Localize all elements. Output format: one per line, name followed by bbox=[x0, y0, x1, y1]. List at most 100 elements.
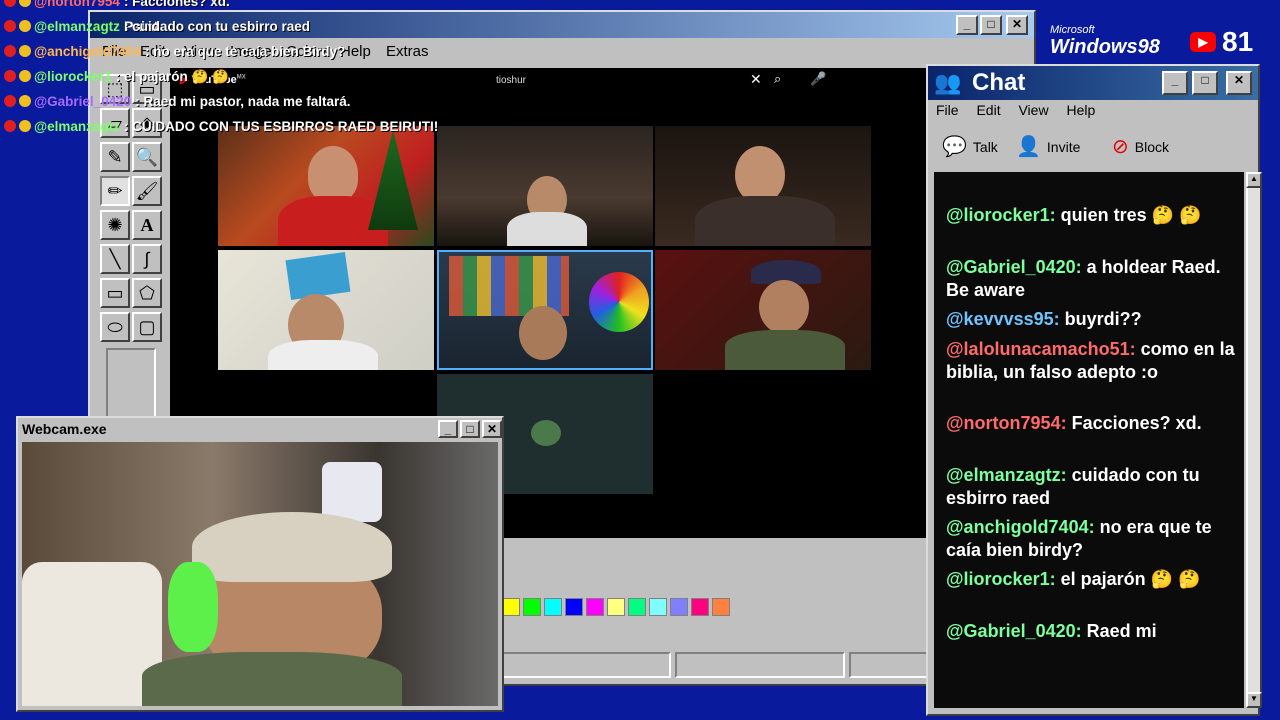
maximize-button[interactable]: □ bbox=[980, 15, 1002, 35]
line-icon[interactable]: ╲ bbox=[100, 244, 130, 274]
ellipse-icon[interactable]: ⬭ bbox=[100, 312, 130, 342]
invite-button[interactable]: 👤 Invite bbox=[1016, 134, 1080, 159]
invite-icon: 👤 bbox=[1016, 136, 1041, 158]
palette-color-swatch[interactable] bbox=[712, 598, 730, 616]
close-button[interactable]: ✕ bbox=[1006, 15, 1028, 35]
person-body bbox=[695, 196, 835, 246]
tool-options[interactable] bbox=[106, 348, 156, 418]
chat-toolbar: 💬 Talk 👤 Invite ⊘ Block bbox=[936, 132, 1250, 168]
palette-color-swatch[interactable] bbox=[502, 598, 520, 616]
chat-log[interactable]: @liorocker1: quien tres 🤔 🤔 @Gabriel_0420… bbox=[934, 172, 1244, 708]
chat-message: @norton7954: Facciones? xd. bbox=[946, 412, 1236, 435]
palette-color-swatch[interactable] bbox=[670, 598, 688, 616]
clear-icon[interactable]: ✕ bbox=[750, 71, 762, 88]
windows98-logo: Microsoft Windows98 bbox=[1050, 24, 1160, 59]
color-palette bbox=[502, 598, 730, 618]
overlay-chat-user: @elmanzagtz bbox=[34, 19, 120, 34]
overlay-chat-line: @anchigold7404: no era que te caía bien … bbox=[4, 44, 345, 68]
chat-message: @kevvvss95: buyrdi?? bbox=[946, 308, 1236, 331]
close-button[interactable]: ✕ bbox=[1226, 71, 1252, 95]
overlay-chat-message: : el pajarón 🤔 🤔 bbox=[115, 69, 229, 84]
webcam-window: Webcam.exe _ □ ✕ bbox=[16, 416, 504, 712]
person-body bbox=[142, 652, 402, 706]
scroll-up-icon[interactable]: ▲ bbox=[1246, 172, 1262, 188]
paper-towel bbox=[322, 462, 382, 522]
chat-message: @Gabriel_0420: a holdear Raed. Be aware bbox=[946, 256, 1236, 301]
video-tile bbox=[437, 126, 653, 246]
webcam-titlebar[interactable]: Webcam.exe _ □ ✕ bbox=[18, 418, 502, 440]
person-head bbox=[759, 280, 809, 334]
rectangle-icon[interactable]: ▭ bbox=[100, 278, 130, 308]
minimize-button[interactable]: _ bbox=[438, 420, 458, 438]
status-cell bbox=[500, 652, 671, 678]
talk-button[interactable]: 💬 Talk bbox=[942, 134, 998, 159]
overlay-chat-user: @norton7954 bbox=[34, 0, 120, 9]
pencil-icon[interactable]: ✏ bbox=[100, 176, 130, 206]
chat-message: @Gabriel_0420: Raed mi bbox=[946, 620, 1236, 643]
chat-message-text: Raed mi bbox=[1086, 621, 1157, 641]
youtube-viewer-counter: ▶ 81 bbox=[1190, 26, 1253, 58]
palette-color-swatch[interactable] bbox=[565, 598, 583, 616]
chat-menu-edit[interactable]: Edit bbox=[976, 102, 1000, 118]
palette-color-swatch[interactable] bbox=[607, 598, 625, 616]
palette-color-swatch[interactable] bbox=[586, 598, 604, 616]
chat-menu-help[interactable]: Help bbox=[1066, 102, 1095, 118]
video-tile bbox=[655, 126, 871, 246]
magnifier-icon[interactable]: 🔍 bbox=[132, 142, 162, 172]
chat-titlebar[interactable]: 👥 Chat _ □ ✕ bbox=[928, 66, 1258, 100]
search-icon[interactable]: ⌕ bbox=[774, 71, 781, 87]
chat-menubar: File Edit View Help bbox=[936, 102, 1109, 118]
palette-color-swatch[interactable] bbox=[544, 598, 562, 616]
block-button[interactable]: ⊘ Block bbox=[1112, 134, 1169, 159]
chat-message-user: @kevvvss95: bbox=[946, 309, 1065, 329]
chat-message-user: @anchigold7404: bbox=[946, 517, 1100, 537]
close-button[interactable]: ✕ bbox=[482, 420, 502, 438]
thinking-emoji-icon: 🤔 🤔 bbox=[1146, 205, 1202, 225]
chat-message: @elmanzagtz: cuidado con tu esbirro raed bbox=[946, 464, 1236, 509]
frog-avatar-icon bbox=[531, 420, 561, 446]
windows98-text: Windows98 bbox=[1050, 36, 1160, 58]
overlay-chat-user: @anchigold7404 bbox=[34, 44, 141, 59]
microsoft-text: Microsoft bbox=[1050, 24, 1095, 36]
chat-menu-view[interactable]: View bbox=[1018, 102, 1048, 118]
cap bbox=[192, 512, 392, 582]
palette-color-swatch[interactable] bbox=[649, 598, 667, 616]
overlay-chat-message: : no era que te caía bien Birdy? bbox=[144, 44, 346, 59]
mic-icon[interactable]: 🎤 bbox=[810, 71, 826, 87]
minimize-button[interactable]: _ bbox=[1162, 71, 1188, 95]
chat-message-text: buyrdi?? bbox=[1064, 309, 1142, 329]
chat-message-text: quien tres bbox=[1060, 205, 1147, 225]
chat-scrollbar[interactable]: ▲ ▼ bbox=[1246, 172, 1262, 708]
airbrush-icon[interactable]: ✺ bbox=[100, 210, 130, 240]
maximize-button[interactable]: □ bbox=[460, 420, 480, 438]
chat-message-text: Facciones? xd. bbox=[1071, 413, 1202, 433]
overlay-chat-line: @elmanzagtz: CUIDADO CON TUS ESBIRROS RA… bbox=[4, 119, 438, 143]
chat-message-text: el pajarón 🤔 🤔 bbox=[1060, 569, 1201, 589]
text-icon[interactable]: A bbox=[132, 210, 162, 240]
rounded-rect-icon[interactable]: ▢ bbox=[132, 312, 162, 342]
scroll-down-icon[interactable]: ▼ bbox=[1246, 692, 1262, 708]
minimize-button[interactable]: _ bbox=[956, 15, 978, 35]
palette-color-swatch[interactable] bbox=[523, 598, 541, 616]
palette-color-swatch[interactable] bbox=[691, 598, 709, 616]
block-icon: ⊘ bbox=[1112, 136, 1129, 158]
chat-message: @anchigold7404: no era que te caía bien … bbox=[946, 516, 1236, 561]
eyedropper-icon[interactable]: ✎ bbox=[100, 142, 130, 172]
palette-color-swatch[interactable] bbox=[628, 598, 646, 616]
chat-badge-icon bbox=[4, 69, 34, 84]
chat-menu-file[interactable]: File bbox=[936, 102, 959, 118]
person-body bbox=[725, 330, 845, 370]
youtube-search-input[interactable]: tioshur bbox=[496, 75, 526, 86]
overlay-chat-line: @norton7954: Facciones? xd. bbox=[4, 0, 230, 18]
wall-poster bbox=[285, 252, 351, 300]
person-body bbox=[507, 212, 587, 246]
brush-icon[interactable]: 🖌 bbox=[132, 176, 162, 206]
chat-message-user: @norton7954: bbox=[946, 413, 1072, 433]
polygon-icon[interactable]: ⬠ bbox=[132, 278, 162, 308]
curve-icon[interactable]: ∫ bbox=[132, 244, 162, 274]
maximize-button[interactable]: □ bbox=[1192, 71, 1218, 95]
status-cell bbox=[674, 652, 846, 678]
person-head bbox=[308, 146, 358, 202]
chat-badge-icon bbox=[4, 44, 34, 59]
webcam-feed bbox=[22, 442, 498, 706]
